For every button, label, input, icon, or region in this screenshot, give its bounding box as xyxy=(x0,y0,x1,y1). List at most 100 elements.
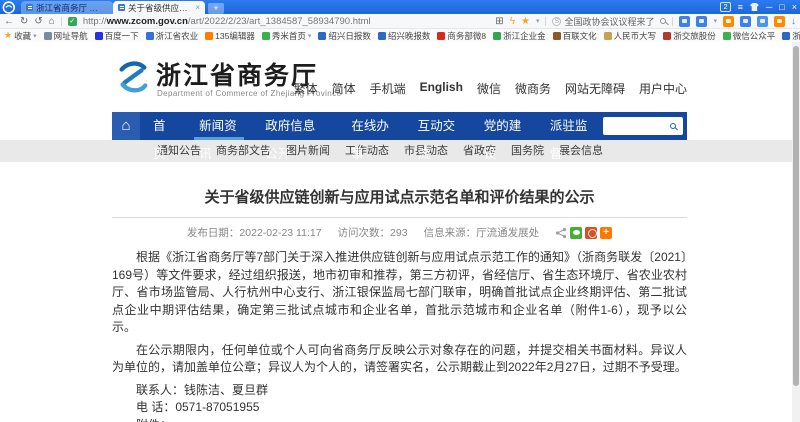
browser-logo-icon[interactable] xyxy=(2,1,17,14)
address-toolbar: ← ↻ ↺ ⌂ ✓ http://www.zcom.gov.cn/art/202… xyxy=(0,14,800,29)
site-search-icon[interactable] xyxy=(670,123,676,129)
close-window-button[interactable]: × xyxy=(792,1,797,13)
bookmark-favorites[interactable]: ★ 收藏 ▾ xyxy=(4,30,37,42)
link-english[interactable]: English xyxy=(420,80,463,97)
favicon-icon xyxy=(205,31,214,40)
main-nav: ⌂ 首页 新闻资讯 政府信息公开 在线办事 互动交流 党的建设 派驻监督 xyxy=(112,112,687,161)
link-wechat[interactable]: 微信 xyxy=(477,80,501,97)
bookmark-item[interactable]: 网址导航 xyxy=(43,30,88,42)
browser-window: 浙江省商务厅 通知公告 × 关于省级供应链创新与… × + 2 ≡ ─ □ × … xyxy=(0,0,800,422)
divider xyxy=(672,16,674,26)
favicon-icon xyxy=(663,31,672,40)
link-traditional[interactable]: 繁体 xyxy=(294,80,318,97)
subnav-exhibitions[interactable]: 展会信息 xyxy=(559,140,603,162)
site-logo-icon xyxy=(119,61,148,93)
apps-icon[interactable] xyxy=(740,15,751,27)
hot-search[interactable]: S 全国政协会议议程来了 xyxy=(552,15,654,28)
scrollbar-thumb[interactable] xyxy=(793,46,799,386)
url-host: www.zcom.gov.cn xyxy=(106,15,188,27)
home-icon[interactable]: ⌂ xyxy=(49,15,55,28)
chevron-down-icon[interactable]: ▾ xyxy=(713,17,717,25)
new-tab-button[interactable]: + xyxy=(208,3,224,14)
bookmark-item[interactable]: 绍兴日报数 xyxy=(318,30,371,42)
link-accessibility[interactable]: 网站无障碍 xyxy=(565,80,625,97)
nav-item-party-building[interactable]: 党的建设 xyxy=(471,112,537,161)
back-icon[interactable]: ← xyxy=(4,15,14,28)
bookmark-item[interactable]: 秀米首页 ▾ xyxy=(261,30,311,42)
wechat-share-icon[interactable] xyxy=(570,226,583,239)
accelerator-bolt-icon[interactable]: ϟ xyxy=(510,15,515,28)
bookmark-item[interactable]: 浙交旅股份 xyxy=(663,30,716,42)
flame-icon[interactable] xyxy=(723,15,734,27)
account-login-icon[interactable] xyxy=(679,15,691,27)
messages-icon[interactable] xyxy=(774,15,785,27)
chevron-down-icon[interactable]: ▾ xyxy=(536,17,540,25)
tab-title: 浙江省商务厅 通知公告 xyxy=(36,2,100,13)
refresh-icon[interactable]: ↻ xyxy=(20,15,28,28)
star-icon: ★ xyxy=(4,30,13,40)
subnav-photo-news[interactable]: 图片新闻 xyxy=(286,140,330,162)
browser-chrome: 浙江省商务厅 通知公告 × 关于省级供应链创新与… × + 2 ≡ ─ □ × … xyxy=(0,0,800,42)
browser-tab-inactive[interactable]: 浙江省商务厅 通知公告 × xyxy=(21,1,113,14)
site-header: 浙江省商务厅 Department of Commerce of Zhejian… xyxy=(0,42,800,112)
nav-item-home[interactable]: 首页 xyxy=(140,112,186,161)
article-body: 根据《浙江省商务厅等7部门关于深入推进供应链创新与应用试点示范工作的通知》（浙商… xyxy=(112,249,687,422)
bookmark-item[interactable]: 微信公众平 xyxy=(722,30,775,42)
nav-item-gov-info[interactable]: 政府信息公开 xyxy=(252,112,338,161)
close-tab-icon[interactable]: × xyxy=(103,3,108,12)
extensions-grid-icon[interactable]: ⊞ xyxy=(495,15,503,28)
more-share-icon[interactable] xyxy=(600,226,613,239)
maximize-button[interactable]: □ xyxy=(779,1,784,13)
article-title: 关于省级供应链创新与应用试点示范名单和评价结果的公示 xyxy=(204,189,595,206)
weibo-share-icon[interactable] xyxy=(585,226,598,239)
bookmark-item[interactable]: 浙江企业金 xyxy=(493,30,546,42)
site-search-box[interactable] xyxy=(603,117,683,135)
nav-item-news[interactable]: 新闻资讯 xyxy=(186,112,252,161)
nav-item-online-services[interactable]: 在线办事 xyxy=(338,112,404,161)
window-controls: 2 ≡ ─ □ × xyxy=(720,1,797,13)
site-safety-icon[interactable]: ✓ xyxy=(67,16,77,26)
bookmark-item[interactable]: 135编辑器 xyxy=(205,30,255,42)
nav-home-icon[interactable]: ⌂ xyxy=(112,112,140,140)
site-search-input[interactable] xyxy=(603,119,670,133)
close-tab-icon[interactable]: × xyxy=(195,3,200,12)
bookmark-item[interactable]: 百联文化 xyxy=(552,30,597,42)
favicon-icon xyxy=(261,31,270,40)
share-icon[interactable] xyxy=(555,227,567,239)
favorites-folder-icon[interactable] xyxy=(757,15,768,27)
tab-count-badge[interactable]: 2 xyxy=(720,2,731,12)
bookmark-item[interactable]: 商务部微8 xyxy=(437,30,486,42)
url-path: /art/2022/2/23/art_1384587_58934790.html xyxy=(187,15,371,27)
bookmark-star-icon[interactable]: ★ xyxy=(521,15,530,28)
visit-count: 访问次数：293 xyxy=(337,227,408,239)
minimize-button[interactable]: ─ xyxy=(766,1,772,13)
bookmark-item[interactable]: 人民币大写 xyxy=(603,30,656,42)
link-user-center[interactable]: 用户中心 xyxy=(639,80,687,97)
bookmark-item[interactable]: 百度一下 xyxy=(94,30,139,42)
nav-item-supervision[interactable]: 派驻监督 xyxy=(537,112,603,161)
link-simplified[interactable]: 简体 xyxy=(332,80,356,97)
theme-icon[interactable] xyxy=(749,3,759,11)
menu-icon[interactable]: ≡ xyxy=(738,1,743,13)
undo-icon[interactable]: ↺ xyxy=(34,15,42,28)
search-icon[interactable] xyxy=(660,18,667,24)
browser-tab-active[interactable]: 关于省级供应链创新与… × xyxy=(113,1,205,14)
bookmark-item[interactable]: 浙江省农业 xyxy=(145,30,198,42)
bookmark-item[interactable]: 绍兴晚报数 xyxy=(377,30,430,42)
url-bar[interactable]: http://www.zcom.gov.cn/art/2022/2/23/art… xyxy=(83,16,489,27)
favicon-icon xyxy=(722,31,731,40)
bookmarks-bar: ★ 收藏 ▾ 网址导航 百度一下 浙江省农业 135编辑器 秀米首页 ▾ 绍兴日报数 … xyxy=(0,29,800,42)
publish-date: 发布日期：2022-02-23 11:17 xyxy=(186,227,322,239)
link-mobile[interactable]: 手机端 xyxy=(370,80,406,97)
link-micro-commerce[interactable]: 微商务 xyxy=(515,80,551,97)
article: 关于省级供应链创新与应用试点示范名单和评价结果的公示 发布日期：2022-02-… xyxy=(112,186,687,422)
screenshot-icon[interactable] xyxy=(696,15,708,27)
hot-search-text: 全国政协会议议程来了 xyxy=(564,16,655,27)
scrollbar-track[interactable] xyxy=(792,42,800,422)
divider xyxy=(545,16,547,26)
subnav-state-council[interactable]: 国务院 xyxy=(511,140,544,162)
bookmark-item[interactable]: 浙江省地方 xyxy=(782,30,800,42)
subnav-mofcom-docs[interactable]: 商务部文告 xyxy=(216,140,271,162)
nav-item-interaction[interactable]: 互动交流 xyxy=(405,112,471,161)
download-icon[interactable]: ↓ xyxy=(791,16,796,27)
